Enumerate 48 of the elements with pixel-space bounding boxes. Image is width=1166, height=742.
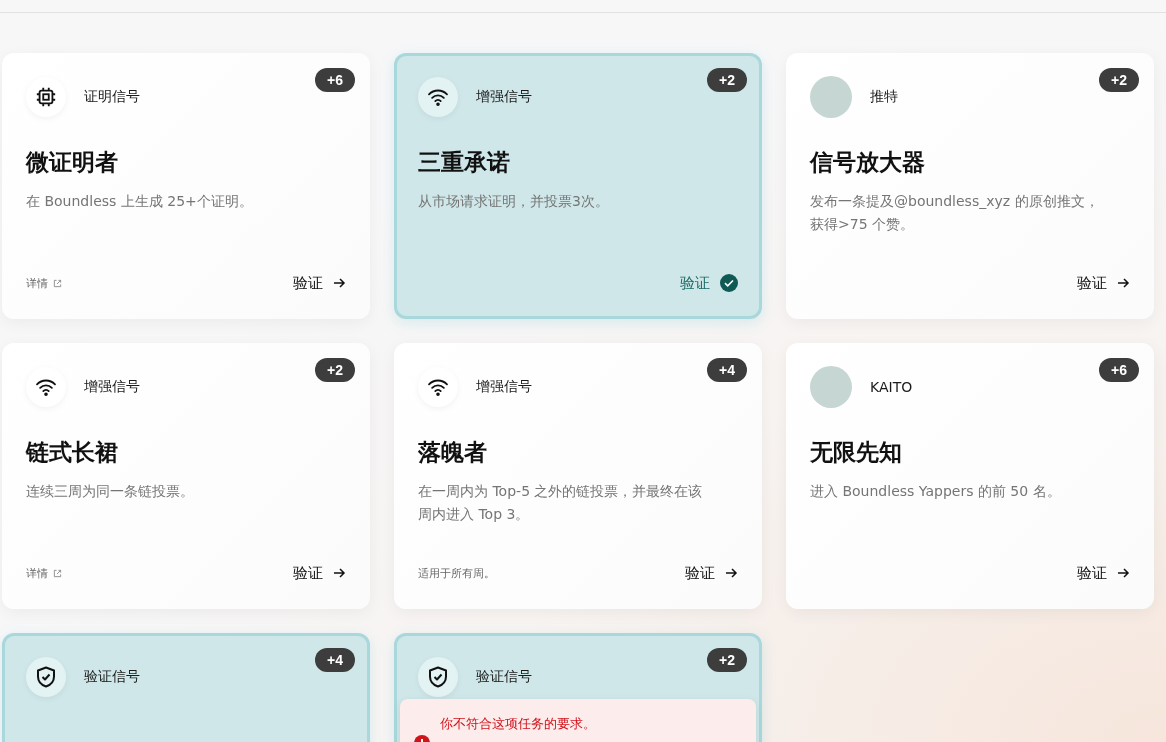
points-badge: +2 bbox=[707, 68, 747, 92]
wifi-icon bbox=[427, 378, 449, 396]
chip-icon bbox=[35, 86, 57, 108]
category-label: 增强信号 bbox=[476, 378, 532, 396]
card-description: 发布一条提及@boundless_xyz 的原创推文，获得>75 个赞。 bbox=[810, 192, 1100, 234]
card-title: 三重承诺 bbox=[418, 148, 511, 177]
card-title: 链式长裙 bbox=[26, 438, 119, 467]
verify-button[interactable]: 验证 bbox=[1077, 273, 1130, 293]
avatar-icon bbox=[810, 366, 852, 408]
points-badge: +6 bbox=[1099, 358, 1139, 382]
error-message: 你不符合这项任务的要求。 bbox=[440, 716, 596, 731]
category-label: 增强信号 bbox=[476, 88, 532, 106]
verify-button[interactable]: 验证 bbox=[1077, 563, 1130, 583]
card-title: 微证明者 bbox=[26, 148, 119, 177]
card-description: 在 Boundless 上生成 25+个证明。 bbox=[26, 192, 254, 211]
points-badge: +6 bbox=[315, 68, 355, 92]
details-link[interactable]: 详情 bbox=[26, 565, 62, 581]
category-label: 增强信号 bbox=[84, 378, 140, 396]
card-description: 进入 Boundless Yappers 的前 50 名。 bbox=[810, 482, 1062, 501]
card-description: 连续三周为同一条链投票。 bbox=[26, 482, 195, 501]
card-note: 适用于所有周。 bbox=[418, 565, 495, 581]
category-label: 证明信号 bbox=[84, 88, 140, 106]
external-link-icon bbox=[53, 568, 62, 578]
verify-button[interactable]: 验证 bbox=[293, 273, 346, 293]
shield-icon bbox=[428, 666, 448, 688]
external-link-icon bbox=[53, 278, 62, 288]
wifi-icon bbox=[427, 88, 449, 106]
avatar-icon bbox=[810, 76, 852, 118]
details-link[interactable]: 详情 bbox=[26, 275, 62, 291]
category-label: 推特 bbox=[870, 88, 898, 106]
card-title: 无限先知 bbox=[810, 438, 903, 467]
category-label: KAITO bbox=[870, 379, 913, 395]
card-description: 从市场请求证明，并投票3次。 bbox=[418, 192, 610, 211]
points-badge: +2 bbox=[707, 648, 747, 672]
points-badge: +4 bbox=[315, 648, 355, 672]
verify-button[interactable]: 验证 bbox=[293, 563, 346, 583]
wifi-icon bbox=[35, 378, 57, 396]
shield-icon bbox=[36, 666, 56, 688]
card-title: 落魄者 bbox=[418, 438, 488, 467]
category-label: 验证信号 bbox=[84, 668, 140, 686]
points-badge: +2 bbox=[1099, 68, 1139, 92]
verify-button[interactable]: 验证 bbox=[685, 563, 738, 583]
verify-button[interactable]: 验证 bbox=[680, 273, 738, 293]
points-badge: +4 bbox=[707, 358, 747, 382]
points-badge: +2 bbox=[315, 358, 355, 382]
card-title: 信号放大器 bbox=[810, 148, 926, 177]
card-description: 在一周内为 Top-5 之外的链投票，并最终在该周内进入 Top 3。 bbox=[418, 482, 704, 524]
category-label: 验证信号 bbox=[476, 668, 532, 686]
